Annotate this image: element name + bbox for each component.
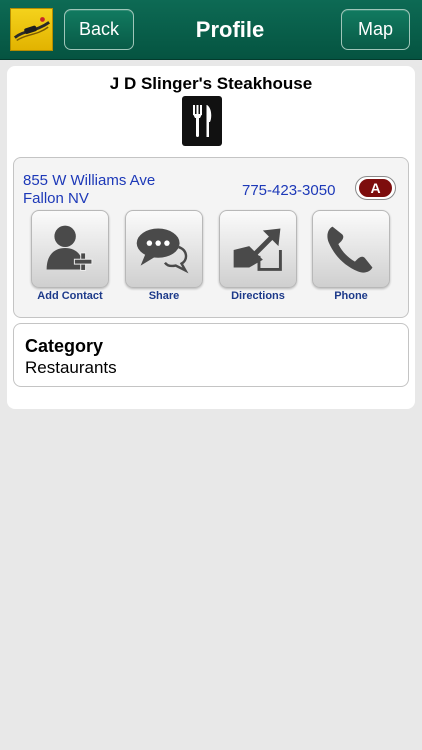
phone-number-link[interactable]: 775-423-3050 <box>242 182 335 199</box>
contact-panel: 855 W Williams Ave Fallon NV 775-423-305… <box>13 157 409 318</box>
directions-label: Directions <box>231 290 285 302</box>
add-contact-button[interactable]: Add Contact <box>31 210 109 305</box>
profile-card: J D Slinger's Steakhouse 855 W Williams … <box>7 66 415 409</box>
share-icon <box>136 228 189 274</box>
directions-tile[interactable] <box>219 210 297 288</box>
phone-label: Phone <box>334 290 368 302</box>
nav-bar: Back Profile Map <box>0 0 422 60</box>
category-heading: Category <box>25 336 104 356</box>
add-contact-icon <box>46 225 93 271</box>
rating-badge-label: A <box>359 179 392 197</box>
category-value: Restaurants <box>25 358 117 377</box>
phone-icon <box>327 226 373 273</box>
category-panel: Category Restaurants <box>13 323 409 387</box>
back-button[interactable]: Back <box>64 9 134 50</box>
share-button[interactable]: Share <box>125 210 203 305</box>
page-title: Profile <box>195 17 265 42</box>
share-label: Share <box>148 290 180 302</box>
address-line-1[interactable]: 855 W Williams Ave <box>23 172 155 189</box>
fork-knife-icon <box>182 96 222 146</box>
phone-button[interactable]: Phone <box>312 210 390 305</box>
business-name: J D Slinger's Steakhouse <box>109 74 313 93</box>
address-line-2[interactable]: Fallon NV <box>23 190 89 207</box>
map-button[interactable]: Map <box>341 9 410 50</box>
directions-button[interactable]: Directions <box>219 210 297 305</box>
add-contact-tile[interactable] <box>31 210 109 288</box>
add-contact-label: Add Contact <box>37 290 103 302</box>
directions-icon <box>233 228 282 271</box>
rating-badge[interactable]: A <box>355 176 396 200</box>
share-tile[interactable] <box>125 210 203 288</box>
app-logo[interactable] <box>10 8 53 51</box>
phone-tile[interactable] <box>312 210 390 288</box>
app-logo-icon <box>13 17 50 42</box>
